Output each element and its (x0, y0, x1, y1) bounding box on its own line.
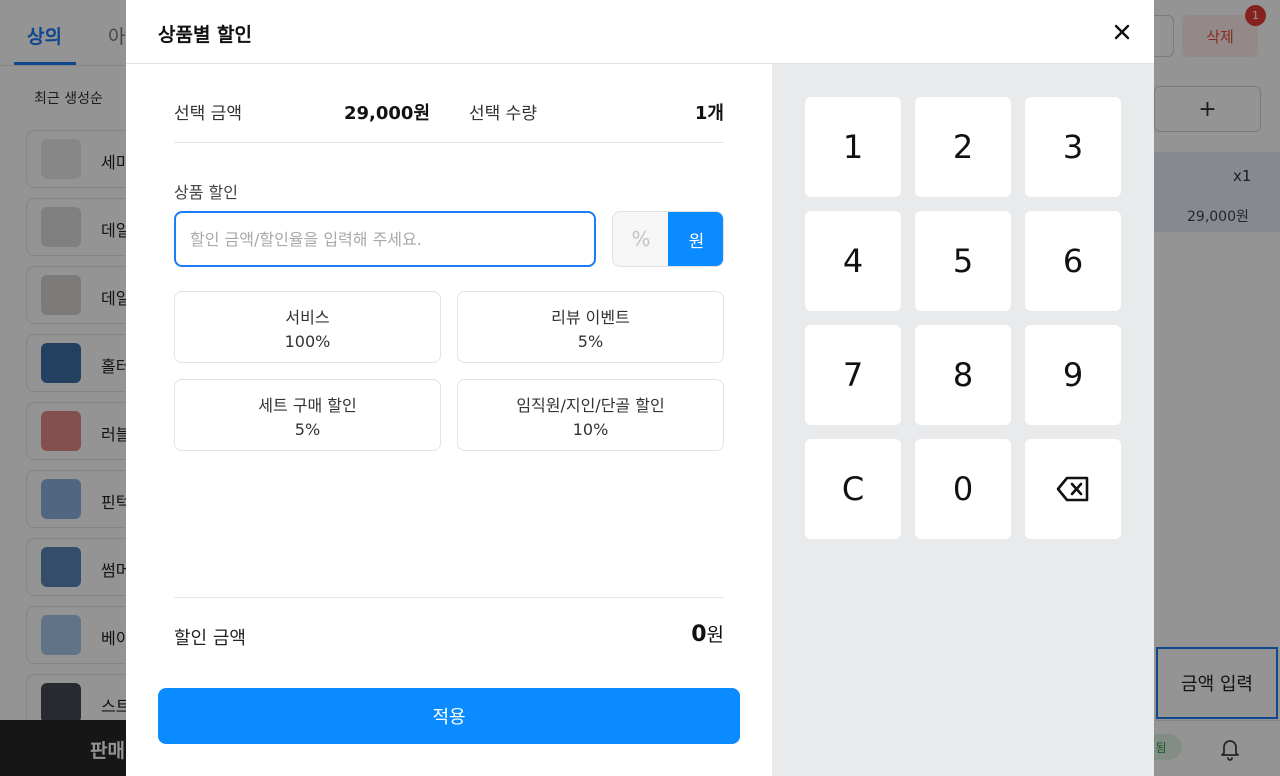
preset-service[interactable]: 서비스 100% (174, 291, 441, 363)
preset-name: 서비스 (285, 308, 330, 327)
preset-value: 10% (572, 420, 609, 439)
unit-won-button[interactable]: 원 (668, 212, 723, 266)
unit-toggle: % 원 (612, 211, 724, 267)
preset-review-event[interactable]: 리뷰 이벤트 5% (457, 291, 724, 363)
key-2[interactable]: 2 (915, 97, 1011, 197)
selection-summary: 선택 금액 29,000원 선택 수량 1개 (174, 99, 724, 143)
total-divider (174, 597, 724, 598)
backspace-icon (1056, 476, 1089, 502)
keypad: 1 2 3 4 5 6 7 8 9 C 0 (772, 64, 1154, 776)
close-icon[interactable] (1108, 18, 1136, 46)
key-1[interactable]: 1 (805, 97, 901, 197)
key-9[interactable]: 9 (1025, 325, 1121, 425)
discount-input[interactable] (174, 211, 596, 267)
preset-name: 세트 구매 할인 (258, 396, 357, 415)
key-7[interactable]: 7 (805, 325, 901, 425)
discount-total-number: 0 (691, 622, 707, 647)
discount-form: 선택 금액 29,000원 선택 수량 1개 상품 할인 % 원 서비스 100… (126, 64, 772, 776)
unit-percent-button[interactable]: % (613, 212, 669, 266)
product-discount-label: 상품 할인 (174, 183, 238, 202)
selected-qty-value: 1개 (694, 103, 724, 124)
discount-total-unit: 원 (706, 624, 724, 646)
key-6[interactable]: 6 (1025, 211, 1121, 311)
key-5[interactable]: 5 (915, 211, 1011, 311)
modal-title: 상품별 할인 (158, 24, 253, 46)
preset-staff-friend[interactable]: 임직원/지인/단골 할인 10% (457, 379, 724, 451)
key-8[interactable]: 8 (915, 325, 1011, 425)
discount-total-value: 0원 (691, 620, 724, 647)
discount-modal: 상품별 할인 선택 금액 29,000원 선택 수량 1개 상품 할인 % 원 … (126, 0, 1154, 776)
selected-amount-label: 선택 금액 (174, 104, 242, 124)
apply-button[interactable]: 적용 (158, 688, 740, 744)
key-clear[interactable]: C (805, 439, 901, 539)
preset-set-purchase[interactable]: 세트 구매 할인 5% (174, 379, 441, 451)
preset-name: 임직원/지인/단골 할인 (516, 396, 665, 415)
selected-qty-label: 선택 수량 (469, 104, 537, 124)
key-4[interactable]: 4 (805, 211, 901, 311)
key-3[interactable]: 3 (1025, 97, 1121, 197)
preset-name: 리뷰 이벤트 (551, 308, 630, 327)
preset-value: 100% (284, 332, 331, 351)
selected-amount-value: 29,000원 (344, 103, 431, 124)
preset-value: 5% (577, 332, 604, 351)
key-0[interactable]: 0 (915, 439, 1011, 539)
key-backspace[interactable] (1025, 439, 1121, 539)
modal-header: 상품별 할인 (126, 0, 1154, 64)
preset-value: 5% (294, 420, 321, 439)
discount-total-label: 할인 금액 (174, 628, 246, 649)
